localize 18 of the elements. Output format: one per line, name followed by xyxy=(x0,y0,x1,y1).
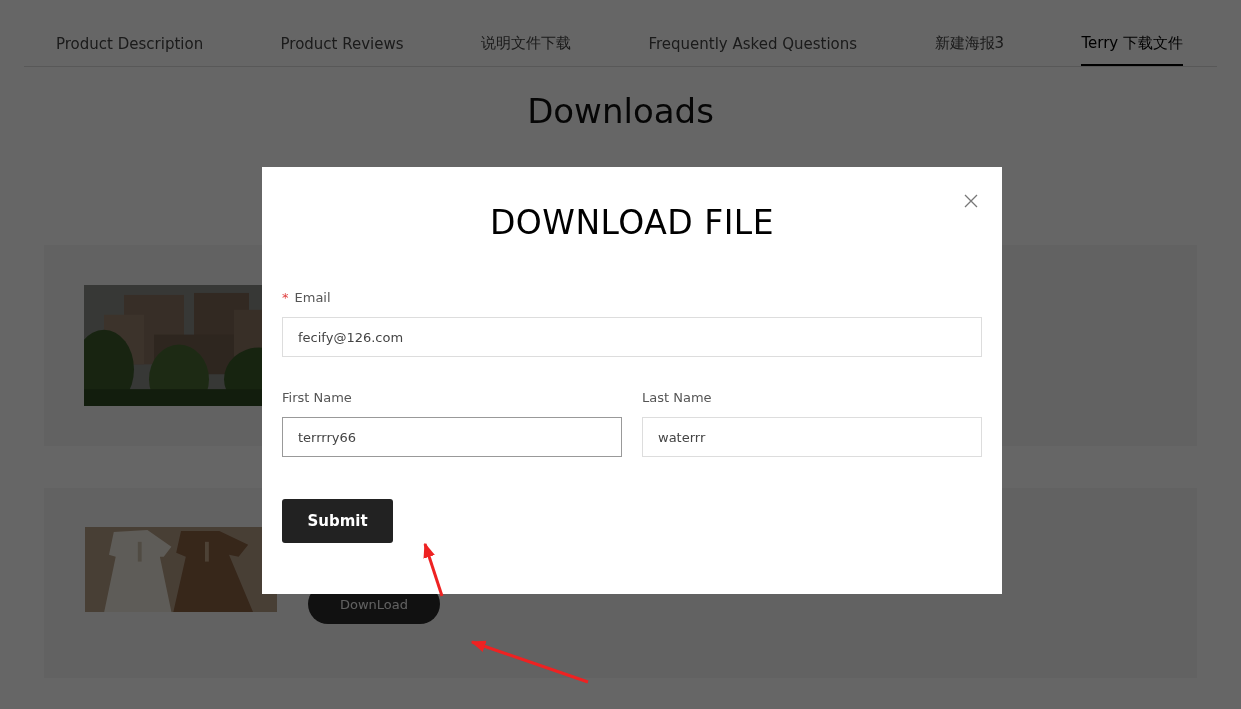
field-label: First Name xyxy=(282,390,352,405)
field-label: Last Name xyxy=(642,390,712,405)
tab[interactable]: Product Reviews xyxy=(280,22,404,66)
submit-button[interactable]: Submit xyxy=(282,499,393,543)
tab[interactable]: Frequently Asked Questions xyxy=(648,22,858,66)
field-label: Email xyxy=(294,290,331,305)
required-mark: * xyxy=(282,290,289,305)
tab[interactable]: 新建海报3 xyxy=(934,22,1005,66)
input-field[interactable]: terrrry66 xyxy=(282,417,622,457)
annotation-arrow xyxy=(423,542,444,597)
close-icon[interactable] xyxy=(964,194,978,208)
tab[interactable]: 说明文件下载 xyxy=(481,22,571,66)
page-heading: Downloads xyxy=(526,90,715,133)
input-field[interactable]: fecify@126.com xyxy=(282,317,982,357)
dialog-title: DOWNLOAD FILE xyxy=(488,203,776,243)
tab[interactable]: Terry 下载文件 xyxy=(1081,22,1183,66)
input-field[interactable]: waterrr xyxy=(642,417,982,457)
tab[interactable]: Product Description xyxy=(56,22,204,66)
